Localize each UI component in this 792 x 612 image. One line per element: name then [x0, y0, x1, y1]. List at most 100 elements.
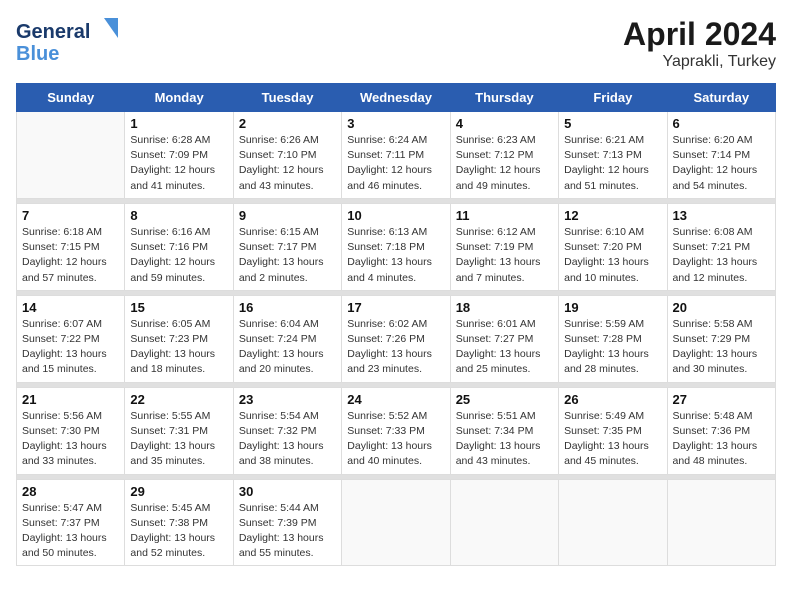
table-row: [450, 479, 558, 566]
week-row-1: 1 Sunrise: 6:28 AMSunset: 7:09 PMDayligh…: [17, 112, 776, 199]
header-thursday: Thursday: [450, 84, 558, 112]
table-row: 27 Sunrise: 5:48 AMSunset: 7:36 PMDaylig…: [667, 387, 775, 474]
header-wednesday: Wednesday: [342, 84, 450, 112]
table-row: 15 Sunrise: 6:05 AMSunset: 7:23 PMDaylig…: [125, 295, 233, 382]
day-number: 5: [564, 116, 661, 131]
day-info: Sunrise: 6:04 AMSunset: 7:24 PMDaylight:…: [239, 317, 336, 378]
day-info: Sunrise: 6:18 AMSunset: 7:15 PMDaylight:…: [22, 225, 119, 286]
day-number: 12: [564, 208, 661, 223]
table-row: [342, 479, 450, 566]
day-number: 28: [22, 484, 119, 499]
logo: General Blue: [16, 16, 106, 71]
day-info: Sunrise: 6:02 AMSunset: 7:26 PMDaylight:…: [347, 317, 444, 378]
table-row: 13 Sunrise: 6:08 AMSunset: 7:21 PMDaylig…: [667, 203, 775, 290]
table-row: 9 Sunrise: 6:15 AMSunset: 7:17 PMDayligh…: [233, 203, 341, 290]
table-row: 10 Sunrise: 6:13 AMSunset: 7:18 PMDaylig…: [342, 203, 450, 290]
day-number: 10: [347, 208, 444, 223]
table-row: 29 Sunrise: 5:45 AMSunset: 7:38 PMDaylig…: [125, 479, 233, 566]
svg-text:Blue: Blue: [16, 43, 59, 65]
table-row: 21 Sunrise: 5:56 AMSunset: 7:30 PMDaylig…: [17, 387, 125, 474]
day-info: Sunrise: 5:58 AMSunset: 7:29 PMDaylight:…: [673, 317, 770, 378]
table-row: 8 Sunrise: 6:16 AMSunset: 7:16 PMDayligh…: [125, 203, 233, 290]
table-row: 12 Sunrise: 6:10 AMSunset: 7:20 PMDaylig…: [559, 203, 667, 290]
day-info: Sunrise: 6:10 AMSunset: 7:20 PMDaylight:…: [564, 225, 661, 286]
day-info: Sunrise: 5:45 AMSunset: 7:38 PMDaylight:…: [130, 501, 227, 562]
table-row: 6 Sunrise: 6:20 AMSunset: 7:14 PMDayligh…: [667, 112, 775, 199]
table-row: [17, 112, 125, 199]
week-row-3: 14 Sunrise: 6:07 AMSunset: 7:22 PMDaylig…: [17, 295, 776, 382]
day-number: 21: [22, 392, 119, 407]
table-row: 30 Sunrise: 5:44 AMSunset: 7:39 PMDaylig…: [233, 479, 341, 566]
day-number: 13: [673, 208, 770, 223]
table-row: 17 Sunrise: 6:02 AMSunset: 7:26 PMDaylig…: [342, 295, 450, 382]
table-row: 20 Sunrise: 5:58 AMSunset: 7:29 PMDaylig…: [667, 295, 775, 382]
day-number: 2: [239, 116, 336, 131]
day-number: 19: [564, 300, 661, 315]
day-number: 6: [673, 116, 770, 131]
day-number: 30: [239, 484, 336, 499]
day-info: Sunrise: 5:49 AMSunset: 7:35 PMDaylight:…: [564, 409, 661, 470]
day-info: Sunrise: 6:26 AMSunset: 7:10 PMDaylight:…: [239, 133, 336, 194]
header-sunday: Sunday: [17, 84, 125, 112]
page-header: General Blue April 2024 Yaprakli, Turkey: [16, 16, 776, 71]
day-info: Sunrise: 6:15 AMSunset: 7:17 PMDaylight:…: [239, 225, 336, 286]
location-subtitle: Yaprakli, Turkey: [623, 53, 776, 71]
day-info: Sunrise: 5:55 AMSunset: 7:31 PMDaylight:…: [130, 409, 227, 470]
table-row: 16 Sunrise: 6:04 AMSunset: 7:24 PMDaylig…: [233, 295, 341, 382]
calendar-table: Sunday Monday Tuesday Wednesday Thursday…: [16, 83, 776, 566]
day-info: Sunrise: 6:05 AMSunset: 7:23 PMDaylight:…: [130, 317, 227, 378]
day-info: Sunrise: 5:47 AMSunset: 7:37 PMDaylight:…: [22, 501, 119, 562]
table-row: [559, 479, 667, 566]
day-info: Sunrise: 5:51 AMSunset: 7:34 PMDaylight:…: [456, 409, 553, 470]
table-row: 26 Sunrise: 5:49 AMSunset: 7:35 PMDaylig…: [559, 387, 667, 474]
day-info: Sunrise: 6:08 AMSunset: 7:21 PMDaylight:…: [673, 225, 770, 286]
day-number: 17: [347, 300, 444, 315]
week-row-4: 21 Sunrise: 5:56 AMSunset: 7:30 PMDaylig…: [17, 387, 776, 474]
table-row: 18 Sunrise: 6:01 AMSunset: 7:27 PMDaylig…: [450, 295, 558, 382]
header-saturday: Saturday: [667, 84, 775, 112]
day-number: 3: [347, 116, 444, 131]
table-row: 25 Sunrise: 5:51 AMSunset: 7:34 PMDaylig…: [450, 387, 558, 474]
day-number: 1: [130, 116, 227, 131]
day-number: 7: [22, 208, 119, 223]
day-info: Sunrise: 6:01 AMSunset: 7:27 PMDaylight:…: [456, 317, 553, 378]
day-info: Sunrise: 5:44 AMSunset: 7:39 PMDaylight:…: [239, 501, 336, 562]
day-number: 16: [239, 300, 336, 315]
table-row: 1 Sunrise: 6:28 AMSunset: 7:09 PMDayligh…: [125, 112, 233, 199]
table-row: 23 Sunrise: 5:54 AMSunset: 7:32 PMDaylig…: [233, 387, 341, 474]
header-monday: Monday: [125, 84, 233, 112]
day-number: 14: [22, 300, 119, 315]
day-number: 25: [456, 392, 553, 407]
day-number: 23: [239, 392, 336, 407]
day-info: Sunrise: 6:12 AMSunset: 7:19 PMDaylight:…: [456, 225, 553, 286]
day-info: Sunrise: 6:16 AMSunset: 7:16 PMDaylight:…: [130, 225, 227, 286]
svg-text:General: General: [16, 21, 90, 43]
table-row: 11 Sunrise: 6:12 AMSunset: 7:19 PMDaylig…: [450, 203, 558, 290]
week-row-2: 7 Sunrise: 6:18 AMSunset: 7:15 PMDayligh…: [17, 203, 776, 290]
table-row: 3 Sunrise: 6:24 AMSunset: 7:11 PMDayligh…: [342, 112, 450, 199]
table-row: [667, 479, 775, 566]
month-year-title: April 2024: [623, 16, 776, 53]
day-info: Sunrise: 6:20 AMSunset: 7:14 PMDaylight:…: [673, 133, 770, 194]
table-row: 4 Sunrise: 6:23 AMSunset: 7:12 PMDayligh…: [450, 112, 558, 199]
day-number: 18: [456, 300, 553, 315]
day-info: Sunrise: 6:13 AMSunset: 7:18 PMDaylight:…: [347, 225, 444, 286]
title-block: April 2024 Yaprakli, Turkey: [623, 16, 776, 71]
day-number: 20: [673, 300, 770, 315]
day-number: 15: [130, 300, 227, 315]
day-number: 24: [347, 392, 444, 407]
day-info: Sunrise: 6:21 AMSunset: 7:13 PMDaylight:…: [564, 133, 661, 194]
table-row: 22 Sunrise: 5:55 AMSunset: 7:31 PMDaylig…: [125, 387, 233, 474]
day-number: 26: [564, 392, 661, 407]
day-info: Sunrise: 5:52 AMSunset: 7:33 PMDaylight:…: [347, 409, 444, 470]
table-row: 19 Sunrise: 5:59 AMSunset: 7:28 PMDaylig…: [559, 295, 667, 382]
day-info: Sunrise: 6:24 AMSunset: 7:11 PMDaylight:…: [347, 133, 444, 194]
header-friday: Friday: [559, 84, 667, 112]
day-info: Sunrise: 6:23 AMSunset: 7:12 PMDaylight:…: [456, 133, 553, 194]
day-info: Sunrise: 5:54 AMSunset: 7:32 PMDaylight:…: [239, 409, 336, 470]
table-row: 14 Sunrise: 6:07 AMSunset: 7:22 PMDaylig…: [17, 295, 125, 382]
table-row: 2 Sunrise: 6:26 AMSunset: 7:10 PMDayligh…: [233, 112, 341, 199]
day-info: Sunrise: 6:07 AMSunset: 7:22 PMDaylight:…: [22, 317, 119, 378]
day-info: Sunrise: 5:48 AMSunset: 7:36 PMDaylight:…: [673, 409, 770, 470]
day-number: 8: [130, 208, 227, 223]
